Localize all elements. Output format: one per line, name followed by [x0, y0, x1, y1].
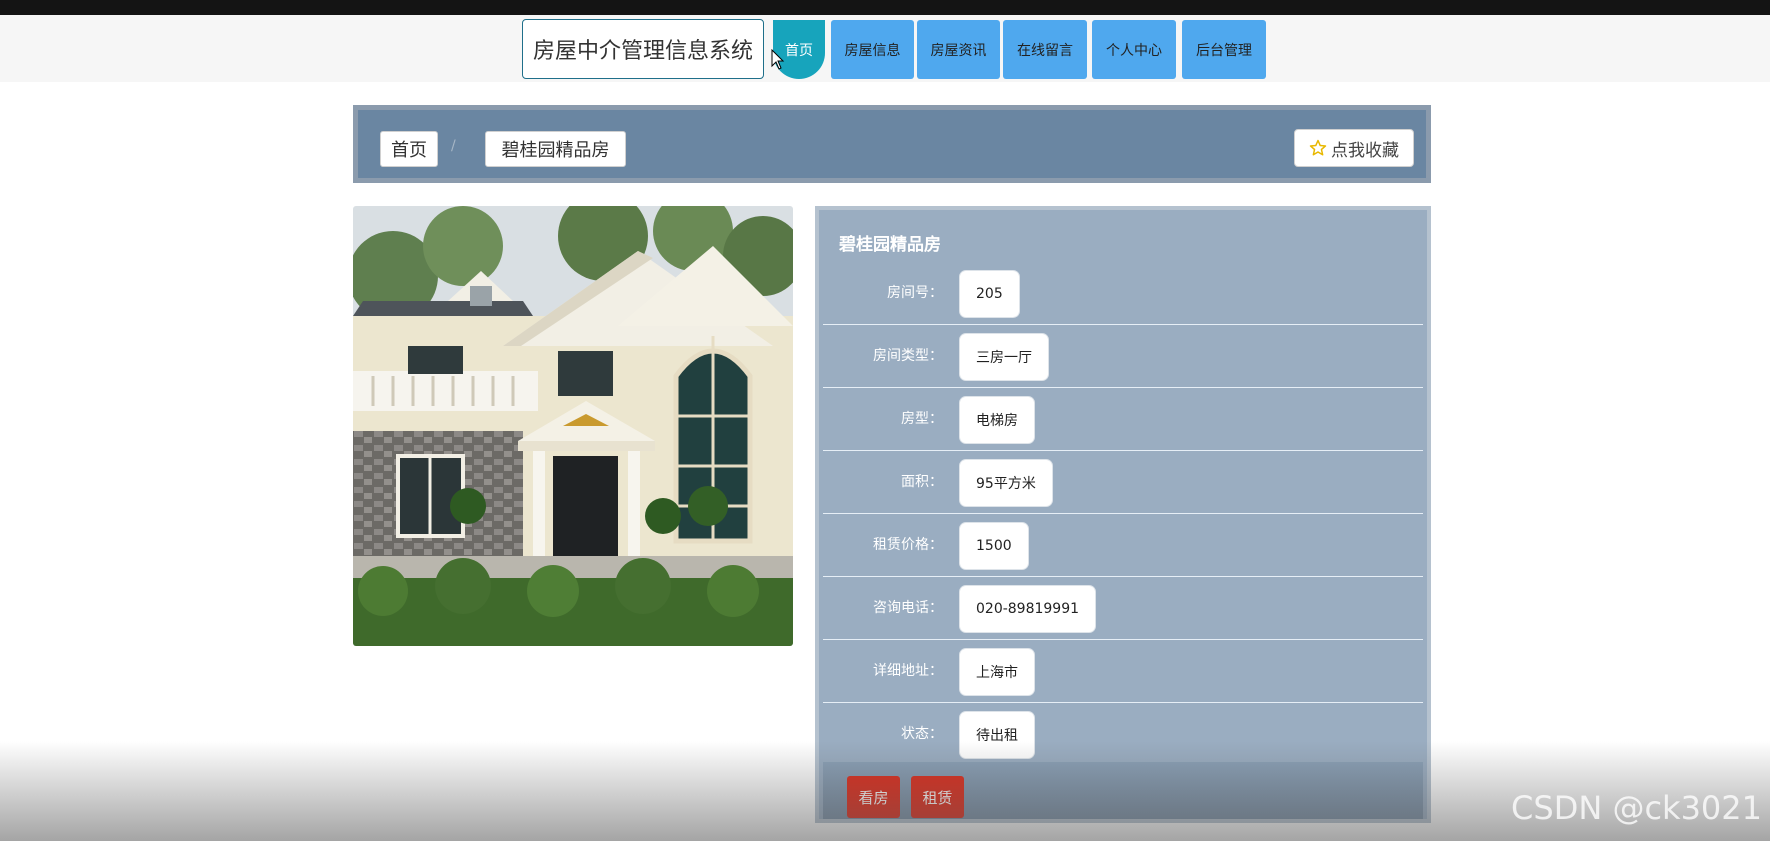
field-value: 95平方米	[959, 459, 1053, 507]
field-value: 三房一厅	[959, 333, 1049, 381]
watermark: CSDN @ck3021	[1511, 789, 1762, 827]
field-label: 租赁价格：	[873, 537, 943, 553]
field-value: 1500	[959, 522, 1029, 570]
field-value: 待出租	[959, 711, 1035, 759]
favorite-button[interactable]: 点我收藏	[1294, 129, 1414, 167]
field-status: 状态： 待出租	[823, 703, 1423, 766]
nav-house-news[interactable]: 房屋资讯	[917, 20, 1000, 79]
site-brand[interactable]: 房屋中介管理信息系统	[522, 19, 764, 79]
field-label: 房间类型：	[873, 348, 943, 364]
breadcrumb-separator: /	[451, 138, 456, 154]
breadcrumb-bar: 首页 / 碧桂园精品房 点我收藏	[353, 105, 1431, 183]
breadcrumb-current[interactable]: 碧桂园精品房	[485, 131, 626, 167]
field-room-type: 房间类型： 三房一厅	[823, 325, 1423, 388]
window-top-bar	[0, 0, 1770, 15]
field-label: 状态：	[901, 726, 943, 742]
house-photo	[353, 206, 793, 646]
field-address: 详细地址： 上海市	[823, 640, 1423, 703]
rent-button[interactable]: 租赁	[911, 776, 964, 818]
field-value: 020-89819991	[959, 585, 1097, 633]
nav-personal-center[interactable]: 个人中心	[1092, 20, 1176, 79]
view-house-button[interactable]: 看房	[847, 776, 900, 818]
field-value: 上海市	[959, 648, 1035, 696]
breadcrumb-home[interactable]: 首页	[380, 131, 438, 167]
favorite-label: 点我收藏	[1331, 140, 1399, 161]
field-value: 电梯房	[959, 396, 1035, 444]
field-house-type: 房型： 电梯房	[823, 388, 1423, 451]
field-label: 咨询电话：	[873, 600, 943, 616]
star-icon	[1309, 139, 1327, 156]
field-phone: 咨询电话： 020-89819991	[823, 577, 1423, 640]
mouse-pointer-icon	[771, 49, 785, 70]
field-label: 房型：	[901, 411, 943, 427]
field-label: 房间号：	[887, 285, 943, 301]
field-area: 面积： 95平方米	[823, 451, 1423, 514]
field-room-number: 房间号： 205	[823, 262, 1423, 325]
house-title: 碧桂园精品房	[839, 235, 941, 255]
nav-online-message[interactable]: 在线留言	[1003, 20, 1087, 79]
action-bar: 看房 租赁	[823, 762, 1423, 819]
field-label: 详细地址：	[873, 663, 943, 679]
nav-house-info[interactable]: 房屋信息	[831, 20, 914, 79]
house-detail-panel: 碧桂园精品房 房间号： 205 房间类型： 三房一厅 房型： 电梯房 面积： 9…	[815, 206, 1431, 823]
field-label: 面积：	[901, 474, 943, 490]
field-rent-price: 租赁价格： 1500	[823, 514, 1423, 577]
field-value: 205	[959, 270, 1020, 318]
nav-admin[interactable]: 后台管理	[1182, 20, 1266, 79]
